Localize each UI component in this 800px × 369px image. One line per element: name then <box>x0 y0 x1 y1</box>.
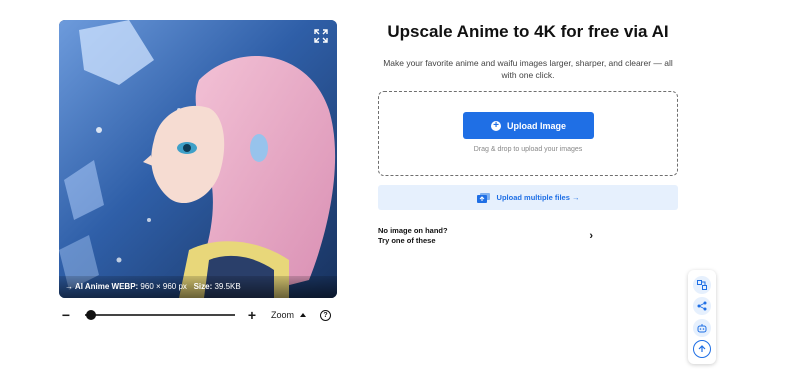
page-subtitle: Make your favorite anime and waifu image… <box>383 58 673 80</box>
help-icon[interactable]: ? <box>320 309 332 321</box>
plus-circle-icon: + <box>490 120 501 131</box>
page-title: Upscale Anime to 4K for free via AI <box>387 22 669 41</box>
image-info: → AI Anime WEBP: 960 × 960 px Size: 39.5… <box>59 276 337 298</box>
image-size-value: 39.5KB <box>214 282 241 291</box>
image-dimensions: 960 × 960 px <box>140 282 187 291</box>
zoom-label: Zoom <box>271 310 295 320</box>
zoom-in-button[interactable]: + <box>245 308 259 322</box>
transform-icon[interactable] <box>693 275 711 294</box>
floating-toolbar <box>688 270 716 364</box>
chevron-right-icon[interactable]: › <box>589 230 593 242</box>
image-size-label: Size: <box>193 282 213 291</box>
robot-icon[interactable] <box>693 318 711 337</box>
multi-upload-icon <box>476 192 491 203</box>
expand-icon[interactable] <box>313 28 329 44</box>
upload-button-label: Upload Image <box>506 120 566 131</box>
upload-multiple-label: Upload multiple files → <box>496 193 580 202</box>
upload-image-button[interactable]: + Upload Image <box>463 112 594 139</box>
sample-line-2: Try one of these <box>378 236 436 245</box>
caret-up-icon <box>300 313 307 317</box>
upload-multiple-button[interactable]: Upload multiple files → <box>378 185 678 210</box>
page: → AI Anime WEBP: 960 × 960 px Size: 39.5… <box>0 0 800 369</box>
sample-images-row[interactable]: No image on hand? Try one of these › <box>378 225 593 247</box>
anime-artwork <box>59 20 337 298</box>
image-preview: → AI Anime WEBP: 960 × 960 px Size: 39.5… <box>59 20 337 298</box>
upload-dropzone[interactable]: + Upload Image Drag & drop to upload you… <box>378 91 678 176</box>
drag-drop-hint: Drag & drop to upload your images <box>473 146 583 153</box>
sample-line-1: No image on hand? <box>378 226 448 235</box>
sample-images-text: No image on hand? Try one of these <box>378 226 448 246</box>
zoom-slider-thumb[interactable] <box>86 310 96 320</box>
zoom-slider[interactable] <box>85 310 235 320</box>
zoom-dropdown[interactable]: Zoom <box>271 310 307 320</box>
image-format: → AI Anime WEBP: <box>65 282 139 291</box>
share-icon[interactable] <box>693 297 711 316</box>
zoom-controls: − + Zoom ? <box>59 306 341 324</box>
arrow-up-icon[interactable] <box>693 340 711 359</box>
zoom-out-button[interactable]: − <box>59 308 73 322</box>
